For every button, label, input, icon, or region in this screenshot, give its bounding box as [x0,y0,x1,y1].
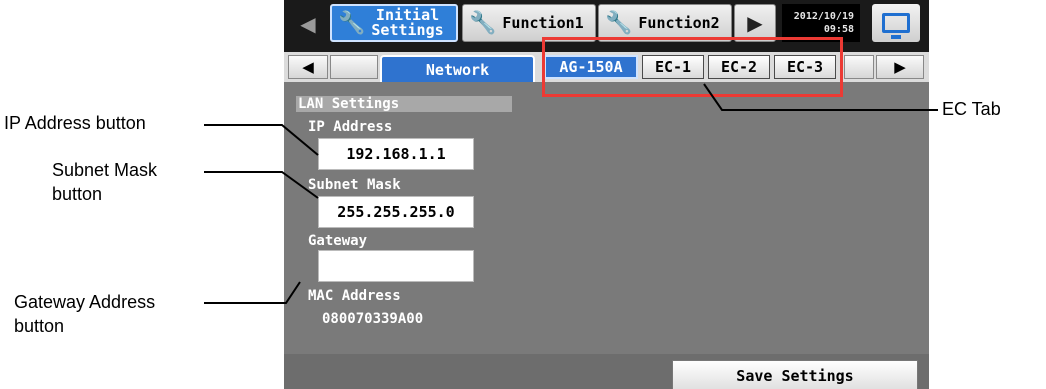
annotation-ip-address: IP Address button [4,113,146,133]
annotation-subnet-mask: Subnet Mask button [52,158,157,206]
annotation-subnet-line2: button [52,184,103,204]
annotation-subnet-line1: Subnet Mask [52,160,158,180]
annotation-gateway: Gateway Address button [14,290,155,338]
annotation-gateway-line2: button [14,316,65,336]
annotation-gateway-line1: Gateway Address [14,292,156,312]
annotation-ec-tab: EC Tab [942,99,1001,119]
